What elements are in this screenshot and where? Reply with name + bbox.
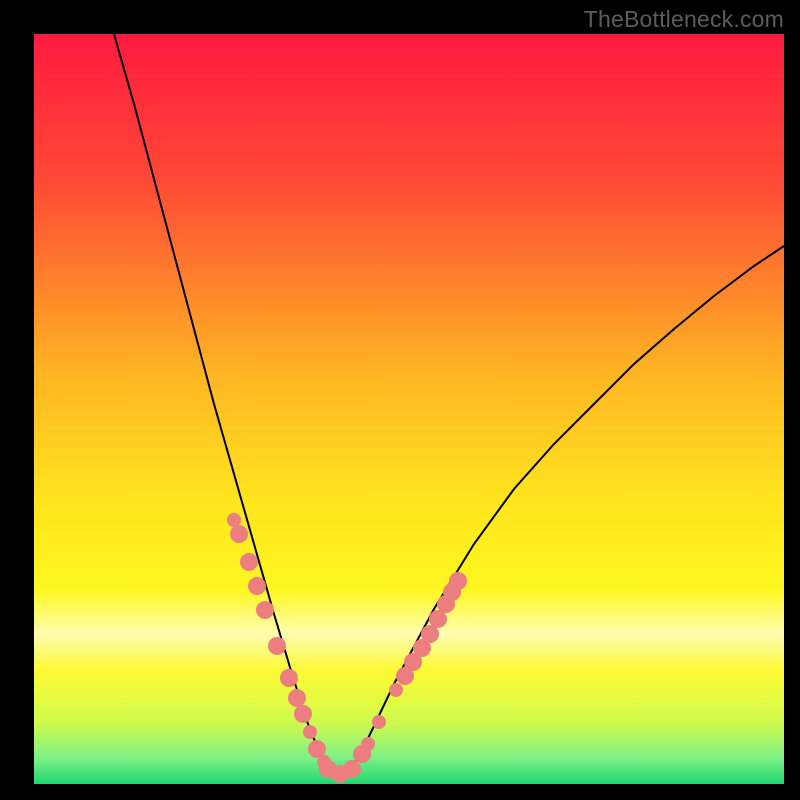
curve-dot — [343, 760, 361, 778]
curve-dots-large — [230, 525, 467, 783]
curve-dot — [294, 705, 312, 723]
curve-dot — [227, 513, 241, 527]
curve-dot — [303, 725, 317, 739]
curve-dot — [389, 683, 403, 697]
curve-layer — [34, 34, 784, 784]
curve-dot — [256, 601, 274, 619]
watermark-text: TheBottleneck.com — [584, 6, 784, 33]
curve-dot — [268, 637, 286, 655]
curve-dot — [288, 689, 306, 707]
curve-dot — [361, 737, 375, 751]
curve-dot — [449, 572, 467, 590]
curve-dot — [372, 715, 386, 729]
chart-frame: TheBottleneck.com — [0, 0, 800, 800]
curve-dot — [317, 755, 331, 769]
curve-dots-small — [227, 513, 403, 769]
bottleneck-curve — [114, 34, 784, 774]
curve-dot — [280, 669, 298, 687]
curve-dot — [248, 577, 266, 595]
curve-dot — [230, 525, 248, 543]
plot-area — [34, 34, 784, 784]
curve-dot — [240, 553, 258, 571]
